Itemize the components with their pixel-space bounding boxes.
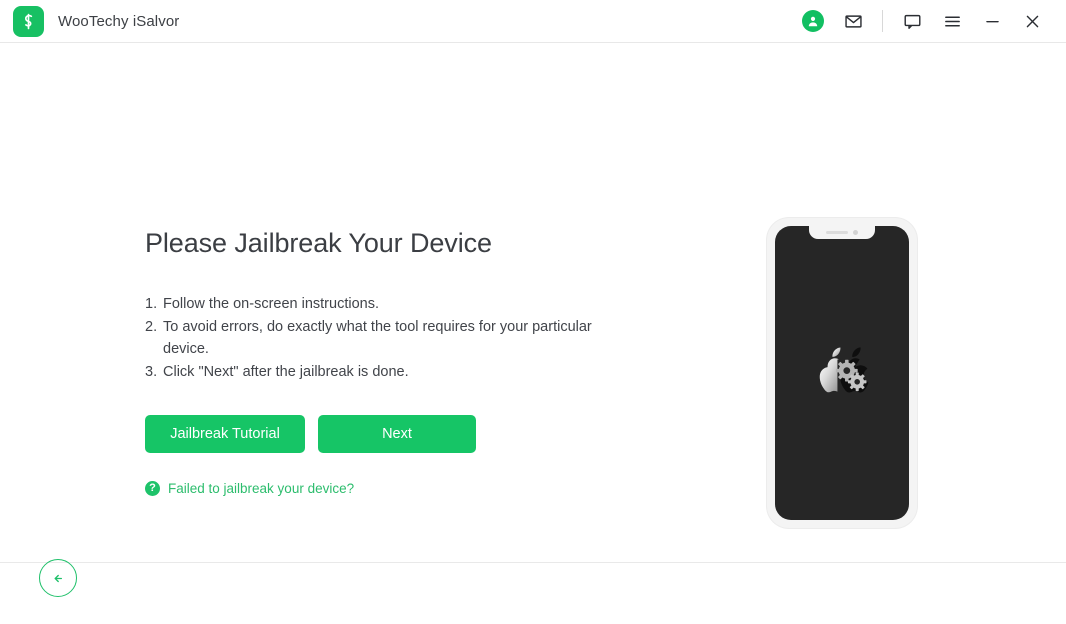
- chat-bubble-icon: [904, 14, 920, 29]
- hamburger-menu-icon: [944, 15, 960, 27]
- list-item: 1. Follow the on-screen instructions.: [145, 293, 615, 316]
- front-camera-icon: [853, 230, 858, 235]
- app-window: WooTechy iSalvor Please Jailbreak Your D…: [0, 0, 1066, 624]
- gear-icon: [847, 372, 867, 392]
- action-buttons: Jailbreak Tutorial Next: [145, 415, 615, 454]
- failed-jailbreak-label: Failed to jailbreak your device?: [168, 481, 355, 497]
- close-button[interactable]: [1012, 4, 1052, 38]
- question-mark-icon: ?: [145, 481, 160, 497]
- titlebar-divider: [882, 10, 883, 32]
- jailbreak-tutorial-button[interactable]: Jailbreak Tutorial: [145, 415, 305, 454]
- minimize-icon: [985, 20, 999, 22]
- account-icon[interactable]: [793, 4, 833, 38]
- list-item-text: Click "Next" after the jailbreak is done…: [163, 363, 409, 380]
- menu-icon[interactable]: [932, 4, 972, 38]
- list-item-number: 3.: [145, 363, 158, 380]
- failed-jailbreak-link[interactable]: ? Failed to jailbreak your device?: [145, 481, 355, 497]
- envelope-icon: [844, 14, 862, 28]
- apple-logo-with-gears-icon: [819, 347, 869, 393]
- iphone-illustration: [767, 218, 917, 528]
- mail-icon[interactable]: [833, 4, 873, 38]
- back-button[interactable]: [39, 559, 77, 597]
- instruction-list: 1. Follow the on-screen instructions. 2.…: [145, 293, 615, 383]
- app-title: WooTechy iSalvor: [58, 12, 180, 30]
- main-content: Please Jailbreak Your Device 1. Follow t…: [0, 43, 1066, 562]
- footer: [0, 562, 1066, 624]
- close-x-icon: [1026, 15, 1038, 27]
- list-item-number: 1.: [145, 296, 158, 312]
- titlebar: WooTechy iSalvor: [0, 0, 1066, 43]
- list-item: 3. Click "Next" after the jailbreak is d…: [145, 361, 615, 384]
- list-item-number: 2.: [145, 318, 158, 335]
- list-item: 2. To avoid errors, do exactly what the …: [145, 316, 615, 361]
- phone-notch: [809, 226, 875, 239]
- minimize-button[interactable]: [972, 4, 1012, 38]
- brand: WooTechy iSalvor: [0, 5, 180, 37]
- list-item-text: To avoid errors, do exactly what the too…: [163, 318, 592, 358]
- feedback-icon[interactable]: [892, 4, 932, 38]
- phone-screen: [775, 226, 909, 520]
- titlebar-actions: [793, 4, 1066, 38]
- isalvor-logo-icon: [13, 5, 44, 37]
- next-button[interactable]: Next: [318, 415, 476, 454]
- user-avatar-icon: [802, 10, 824, 32]
- earpiece-speaker-icon: [826, 231, 848, 234]
- page-title: Please Jailbreak Your Device: [145, 228, 492, 258]
- instruction-panel: Please Jailbreak Your Device 1. Follow t…: [145, 228, 615, 497]
- list-item-text: Follow the on-screen instructions.: [163, 296, 379, 312]
- arrow-left-icon: [54, 574, 62, 582]
